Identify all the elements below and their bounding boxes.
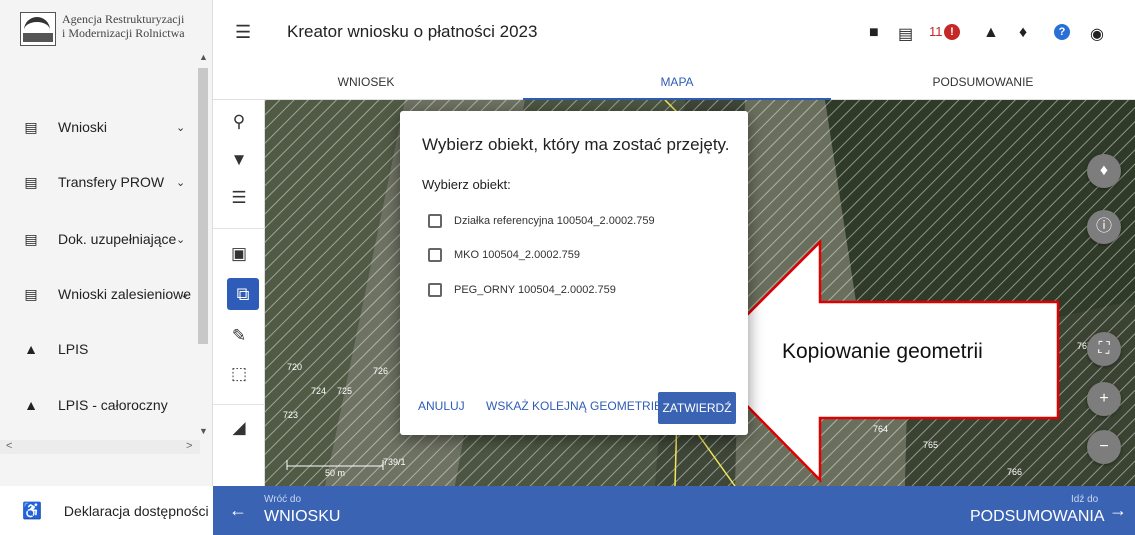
chevron-down-icon: ⌄ xyxy=(180,288,190,301)
checkbox[interactable] xyxy=(428,248,442,262)
chevron-down-icon: ⌄ xyxy=(176,176,186,189)
scroll-left-icon[interactable]: < xyxy=(6,440,12,452)
chevron-down-icon: ⌄ xyxy=(176,233,186,246)
menu-icon[interactable]: ☰ xyxy=(235,22,251,43)
checkbox[interactable] xyxy=(428,283,442,297)
parcel-label: 723 xyxy=(283,410,299,420)
sidebar-scrollbar[interactable]: ▲ ▼ xyxy=(197,52,209,452)
user-icon[interactable]: ◉ xyxy=(1090,24,1104,44)
dialog-title: Wybierz obiekt, który ma zostać przejęty… xyxy=(422,135,730,154)
map-toolbar: ⚲ ▼ ☰ ▣ ⧉ ✎ ⬚ ◢ xyxy=(213,100,265,486)
parcel-label: 739/1 xyxy=(383,457,406,467)
sidebar-item-wnioski[interactable]: ▤ Wnioski ⌄ xyxy=(0,112,200,142)
back-caption[interactable]: Wróć do xyxy=(264,494,301,505)
map-scale: 50 m xyxy=(325,468,346,478)
tab-mapa[interactable]: MAPA xyxy=(523,64,831,100)
org-name-line2: i Modernizacji Rolnictwa xyxy=(62,26,185,40)
scrollbar-thumb[interactable] xyxy=(198,68,208,344)
confirm-button[interactable]: ZATWIERDŹ xyxy=(658,392,736,424)
select-next-geometry-button[interactable]: WSKAŻ KOLEJNĄ GEOMETRIĘ xyxy=(486,399,662,413)
list-icon[interactable]: ☰ xyxy=(213,188,265,208)
next-button[interactable]: PODSUMOWANIA xyxy=(970,508,1105,526)
alert-count[interactable]: 11 xyxy=(929,24,943,39)
org-name-line1: Agencja Restrukturyzacji xyxy=(62,12,185,26)
edit-pencil-icon[interactable]: ✎ xyxy=(213,326,265,346)
layers-pin-icon[interactable]: ▼ xyxy=(213,150,265,170)
org-name: Agencja Restrukturyzacji i Modernizacji … xyxy=(62,12,185,40)
sidebar-item-label: LPIS xyxy=(58,341,89,357)
callout-label: Kopiowanie geometrii xyxy=(782,340,983,363)
next-caption[interactable]: Idź do xyxy=(1071,494,1098,505)
arimr-logo-icon xyxy=(20,12,56,46)
option-label: Działka referencyjna 100504_2.0002.759 xyxy=(454,215,655,227)
parcel-label: 726 xyxy=(373,366,389,376)
help-icon[interactable]: ? xyxy=(1054,24,1070,40)
sidebar-item-transfery-prow[interactable]: ▤ Transfery PROW ⌄ xyxy=(0,167,200,197)
clipboard-icon: ▤ xyxy=(24,118,38,135)
bell-icon[interactable]: ♦ xyxy=(1019,24,1027,42)
arrow-right-icon[interactable]: → xyxy=(1109,500,1127,521)
scroll-up-icon[interactable]: ▲ xyxy=(199,52,208,62)
parcel-label: 725 xyxy=(337,386,353,396)
clipboard-icon: ▤ xyxy=(24,285,38,302)
sidebar-item-lpis-caloroczny[interactable]: ▲ LPIS - całoroczny xyxy=(0,390,200,420)
sidebar-item-deklaracja[interactable]: ♿ Deklaracja dostępności xyxy=(0,486,213,535)
dialog-subtitle: Wybierz obiekt: xyxy=(422,177,511,192)
accessibility-icon: ♿ xyxy=(22,502,42,520)
save-icon[interactable]: ■ xyxy=(869,24,879,42)
copy-geometry-icon[interactable]: ⧉ xyxy=(227,278,259,310)
option-mko[interactable]: MKO 100504_2.0002.759 xyxy=(428,246,580,264)
print-icon[interactable]: ▤ xyxy=(898,24,913,44)
checkbox[interactable] xyxy=(428,214,442,228)
top-bar: ☰ Kreator wniosku o płatności 2023 ■ ▤ 1… xyxy=(213,0,1135,64)
option-dzialka-referencyjna[interactable]: Działka referencyjna 100504_2.0002.759 xyxy=(428,212,655,230)
sidebar-item-label: Dok. uzupełniające xyxy=(58,231,177,247)
sidebar-horizontal-scrollbar[interactable]: < > xyxy=(0,440,200,454)
bottom-nav-bar: ← Wróć do WNIOSKU Idź do PODSUMOWANIA → xyxy=(213,486,1135,535)
layers-icon: ♦ xyxy=(1099,162,1109,179)
option-label: MKO 100504_2.0002.759 xyxy=(454,249,580,261)
sidebar-footer-label: Deklaracja dostępności xyxy=(63,502,209,519)
sidebar: Agencja Restrukturyzacji i Modernizacji … xyxy=(0,0,213,535)
parcel-label: 724 xyxy=(311,386,327,396)
warning-icon[interactable]: ▲ xyxy=(983,24,999,42)
clipboard-icon: ▤ xyxy=(24,173,38,190)
toolbar-divider xyxy=(213,404,265,405)
tab-podsumowanie[interactable]: PODSUMOWANIE xyxy=(831,64,1135,100)
option-label: PEG_ORNY 100504_2.0002.759 xyxy=(454,284,616,296)
parcel-label: 720 xyxy=(287,362,303,372)
clipboard-icon: ▤ xyxy=(24,230,38,247)
search-icon[interactable]: ⚲ xyxy=(213,112,265,132)
measure-icon[interactable]: ◢ xyxy=(213,418,265,438)
sidebar-item-label: Wnioski xyxy=(58,119,108,135)
select-object-dialog: Wybierz obiekt, który ma zostać przejęty… xyxy=(400,111,748,435)
chevron-down-icon: ⌄ xyxy=(176,121,186,134)
page-title: Kreator wniosku o płatności 2023 xyxy=(287,22,538,41)
app-root: Agencja Restrukturyzacji i Modernizacji … xyxy=(0,0,1135,535)
sidebar-item-label: LPIS - całoroczny xyxy=(58,397,168,413)
alert-icon[interactable]: ! xyxy=(944,24,960,40)
select-rectangle-icon[interactable]: ⬚ xyxy=(213,364,265,384)
terrain-icon: ▲ xyxy=(24,341,38,357)
select-area-icon[interactable]: ▣ xyxy=(213,244,265,264)
sidebar-item-label: Transfery PROW xyxy=(58,174,165,190)
sidebar-item-lpis[interactable]: ▲ LPIS xyxy=(0,334,200,364)
tab-bar: WNIOSEK MAPA PODSUMOWANIE xyxy=(213,64,1135,100)
back-button[interactable]: WNIOSKU xyxy=(264,508,340,526)
sidebar-item-wnioski-zalesieniowe[interactable]: ▤ Wnioski zalesieniowe ⌄ xyxy=(0,279,200,309)
sidebar-item-label: Wnioski zalesieniowe xyxy=(58,286,192,302)
sidebar-item-dok-uzupelniajace[interactable]: ▤ Dok. uzupełniające ⌄ xyxy=(0,224,200,254)
layers-button[interactable]: ♦ xyxy=(1087,154,1121,188)
toolbar-divider xyxy=(213,228,265,229)
arrow-left-icon[interactable]: ← xyxy=(229,500,247,521)
logo[interactable]: Agencja Restrukturyzacji i Modernizacji … xyxy=(20,12,210,56)
option-peg-orny[interactable]: PEG_ORNY 100504_2.0002.759 xyxy=(428,281,616,299)
cancel-button[interactable]: ANULUJ xyxy=(418,399,465,413)
tab-wniosek[interactable]: WNIOSEK xyxy=(213,64,519,100)
scroll-down-icon[interactable]: ▼ xyxy=(199,426,208,436)
scroll-right-icon[interactable]: > xyxy=(186,440,192,452)
terrain-icon: ▲ xyxy=(24,397,38,413)
